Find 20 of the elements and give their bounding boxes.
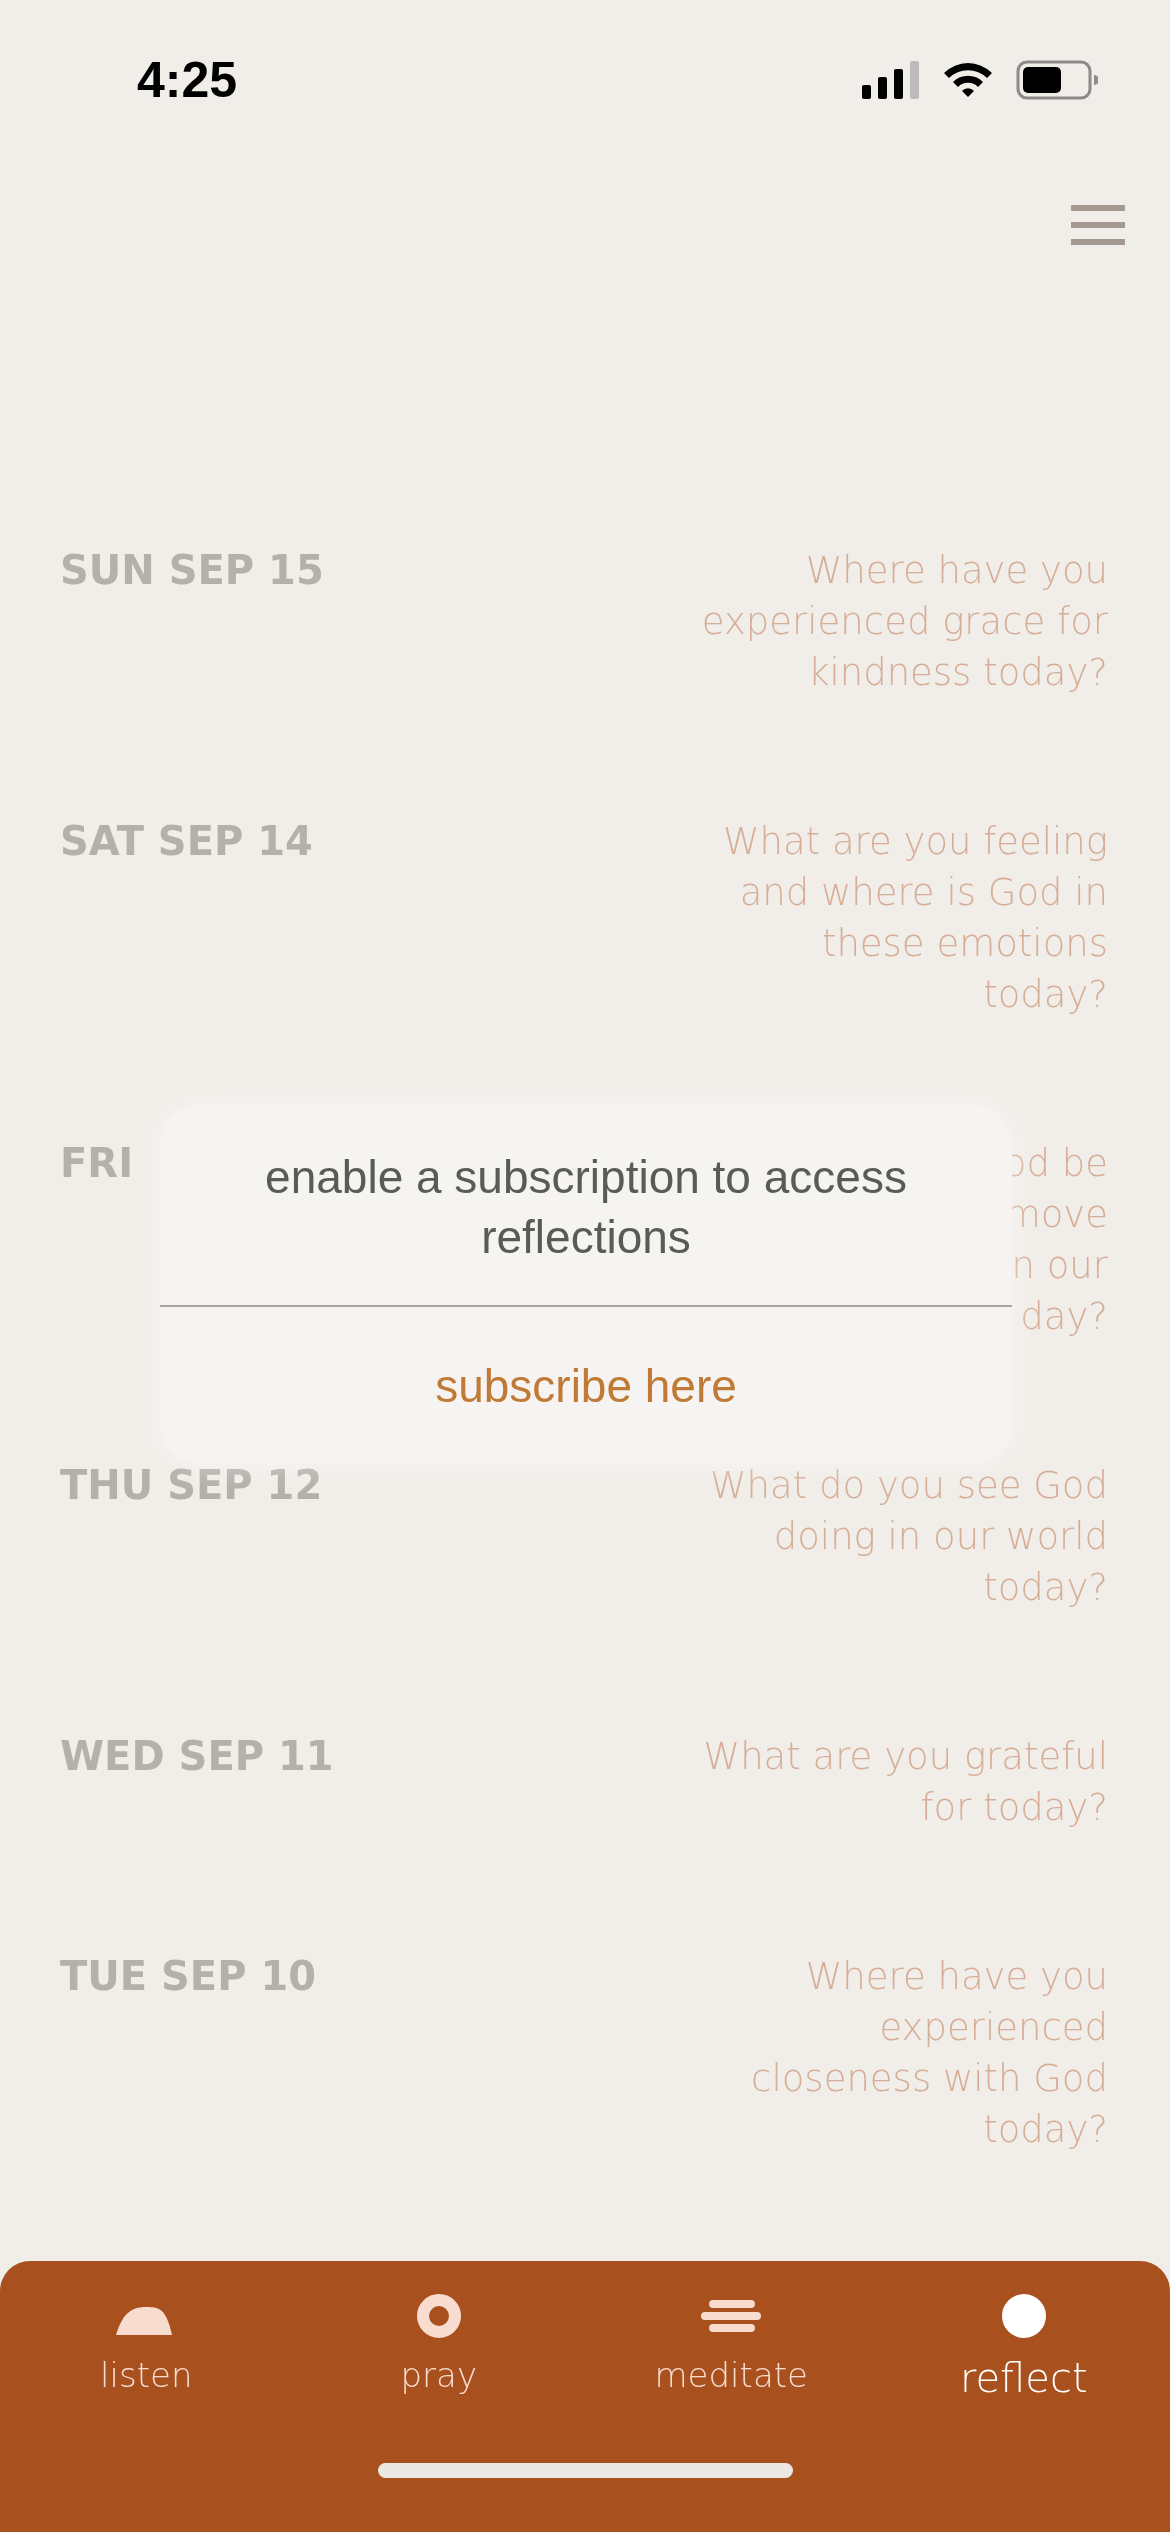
reflection-date: THU SEP 12	[60, 1461, 323, 1510]
reflection-question[interactable]: What are you grateful for today?	[703, 1731, 1108, 1833]
menu-icon[interactable]	[1071, 205, 1125, 245]
dialog-message: enable a subscription to access reflections	[160, 1105, 1012, 1307]
reflection-date: FRI	[60, 1139, 133, 1188]
tab[interactable]: reflect	[877, 2291, 1170, 2401]
reflection-date: SAT SEP 14	[60, 817, 313, 866]
tab[interactable]: pray	[292, 2291, 585, 2401]
reflection-question[interactable]: Where have you experienced grace for kindness today?	[701, 545, 1108, 698]
tab[interactable]: listen	[0, 2291, 293, 2401]
signal-icon	[862, 61, 920, 99]
reflection-question[interactable]: Where have you experienced closeness with God today?	[751, 1951, 1108, 2155]
reflection-date: TUE SEP 10	[60, 1952, 317, 2001]
battery-icon	[1016, 60, 1098, 100]
wifi-icon	[942, 61, 994, 99]
tab[interactable]: meditate	[585, 2291, 878, 2401]
reflection-date: WED SEP 11	[60, 1732, 334, 1781]
reflection-date: SUN SEP 15	[60, 546, 324, 595]
status-time: 4:25	[137, 51, 238, 109]
reflection-question[interactable]: What are you feeling and where is God in these emotions today?	[722, 816, 1108, 1020]
